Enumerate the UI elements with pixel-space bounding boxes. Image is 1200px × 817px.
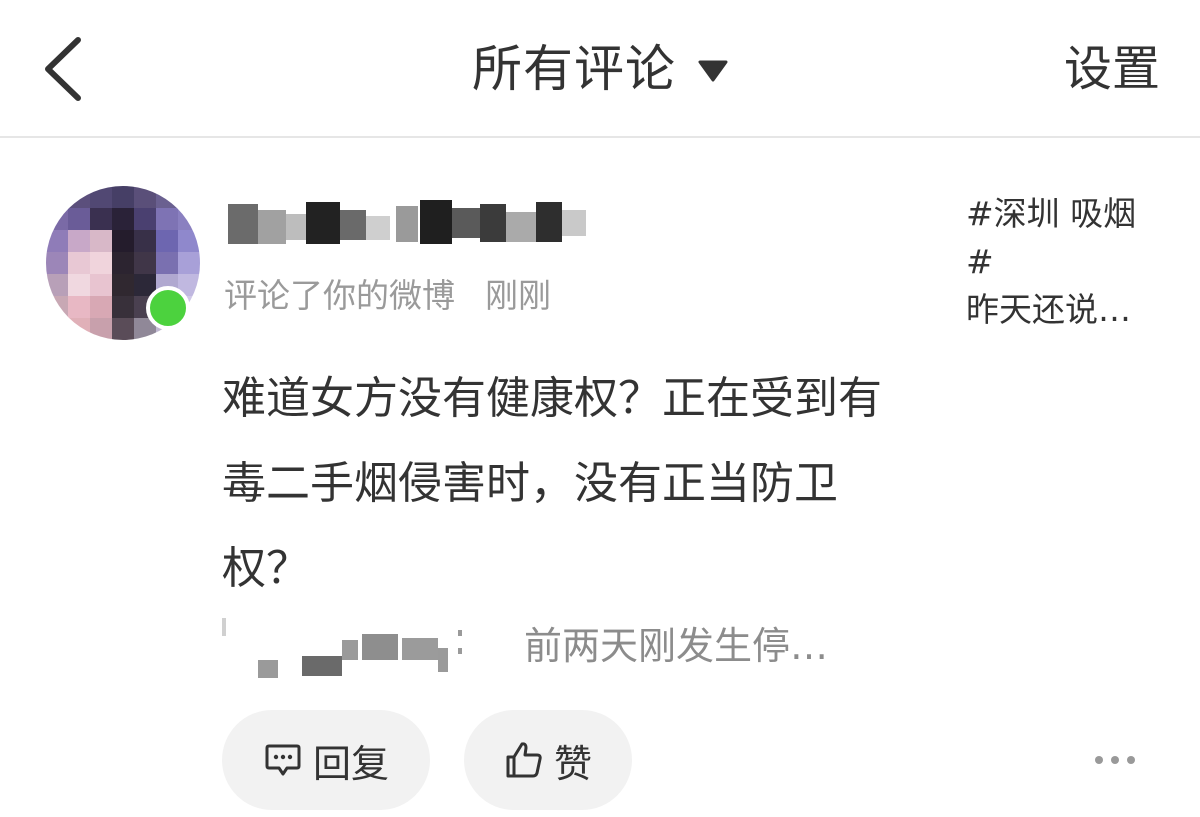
top-bar: 所有评论 设置 [0, 0, 1200, 138]
action-text: 评论了你的微博 [224, 276, 455, 315]
post-preview-line: 昨天还说… [966, 290, 1131, 329]
quoted-username-redacted[interactable] [222, 618, 482, 680]
comment-filter-dropdown[interactable]: 所有评论 [0, 38, 1200, 100]
timestamp: 刚刚 [485, 276, 551, 315]
settings-button[interactable]: 设置 [1064, 38, 1160, 100]
reply-button[interactable]: 回复 [222, 710, 430, 810]
thumbs-up-icon [506, 742, 542, 778]
notification-meta: 评论了你的微博 刚刚 [224, 272, 551, 320]
post-preview-line: # [966, 242, 994, 281]
comment-icon [265, 744, 301, 776]
quoted-post-snippet[interactable]: 前两天刚发生停… [524, 620, 828, 672]
more-icon[interactable] [1094, 748, 1136, 772]
original-post-preview[interactable]: #深圳 吸烟 # 昨天还说… [966, 190, 1166, 334]
like-button[interactable]: 赞 [464, 710, 632, 810]
post-preview-line: #深圳 吸烟 [966, 194, 1137, 233]
caret-down-icon [698, 60, 728, 82]
online-status-dot [146, 286, 190, 330]
like-label: 赞 [553, 741, 592, 786]
username-redacted[interactable] [224, 196, 594, 256]
page-title: 所有评论 [472, 40, 676, 98]
reply-label: 回复 [312, 741, 389, 786]
comment-text: 难道女方没有健康权？正在受到有毒二手烟侵害时，没有正当防卫权？ [222, 373, 882, 594]
